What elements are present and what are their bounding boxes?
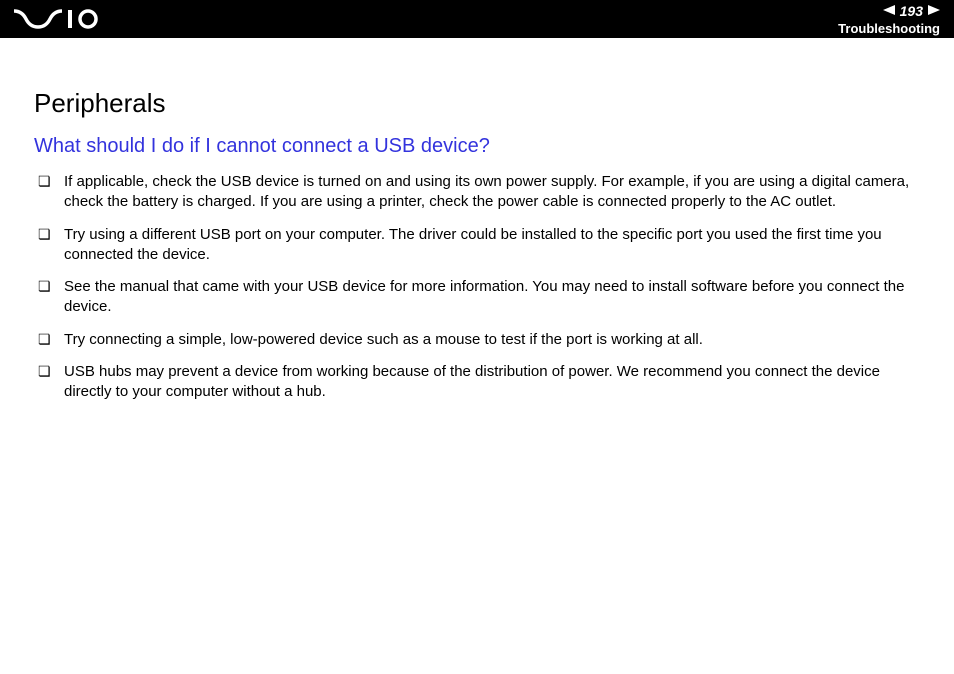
vaio-logo	[14, 9, 104, 29]
section-label: Troubleshooting	[838, 21, 940, 36]
list-item: USB hubs may prevent a device from worki…	[34, 362, 920, 403]
page-nav: 193	[838, 2, 940, 20]
header-bar: 193 Troubleshooting	[0, 0, 954, 38]
bullet-list: If applicable, check the USB device is t…	[34, 172, 920, 402]
list-item: If applicable, check the USB device is t…	[34, 172, 920, 213]
vaio-logo-icon	[14, 9, 104, 29]
header-right: 193 Troubleshooting	[838, 2, 940, 36]
list-item: Try connecting a simple, low-powered dev…	[34, 330, 920, 350]
list-item: Try using a different USB port on your c…	[34, 225, 920, 266]
page-number: 193	[897, 3, 926, 19]
arrow-right-icon[interactable]	[928, 2, 940, 20]
list-item: See the manual that came with your USB d…	[34, 277, 920, 318]
page-title: Peripherals	[34, 88, 920, 119]
content-area: Peripherals What should I do if I cannot…	[0, 38, 954, 402]
arrow-left-icon[interactable]	[883, 2, 895, 20]
page-subtitle: What should I do if I cannot connect a U…	[34, 135, 920, 158]
